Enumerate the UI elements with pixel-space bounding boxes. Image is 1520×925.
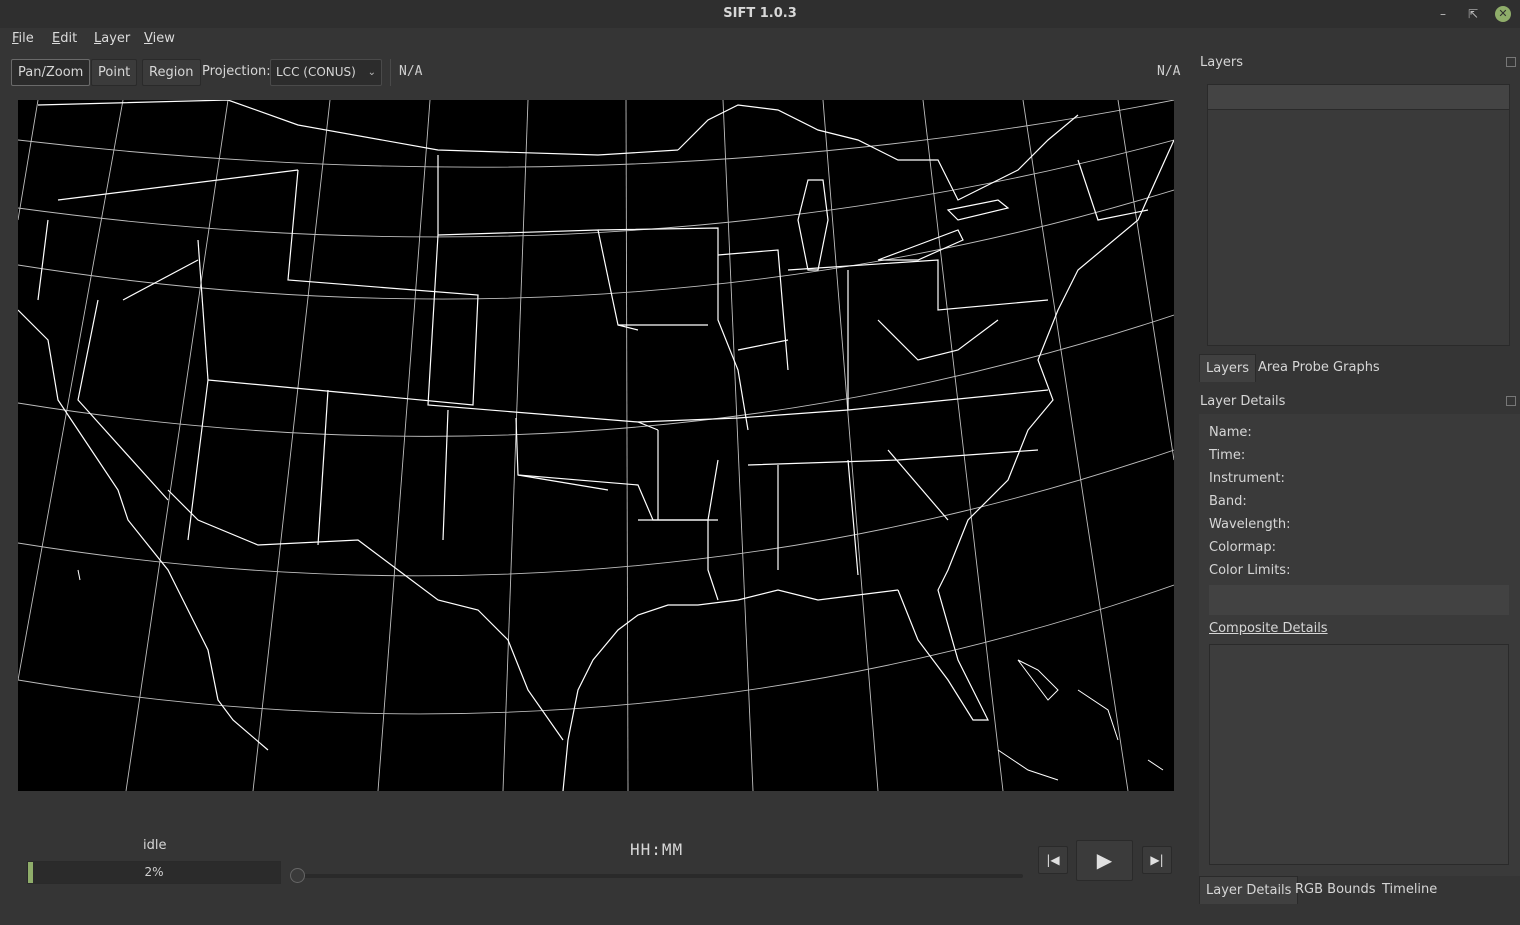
composite-details-link[interactable]: Composite Details (1209, 621, 1328, 636)
layers-dock-title: Layers (1200, 55, 1244, 70)
step-back-icon: |◀ (1046, 853, 1060, 867)
animation-slider[interactable] (293, 874, 1023, 878)
detail-colormap-label: Colormap: (1209, 540, 1276, 555)
tab-area-probe-graphs[interactable]: Area Probe Graphs (1252, 354, 1386, 382)
graticule (18, 100, 1174, 791)
play-button[interactable]: ▶ (1076, 840, 1133, 881)
state-borders (18, 100, 1174, 791)
tab-layer-details[interactable]: Layer Details (1199, 876, 1299, 904)
close-icon[interactable]: ✕ (1495, 6, 1511, 22)
projection-select[interactable]: LCC (CONUS) ⌄ (270, 59, 382, 86)
menu-bar: File Edit Layer View (0, 28, 1520, 50)
layers-list[interactable] (1207, 84, 1510, 346)
status-text: idle (143, 838, 167, 853)
cursor-value-right: N/A (1157, 64, 1181, 79)
detail-time-label: Time: (1209, 448, 1246, 463)
point-button[interactable]: Point (91, 59, 138, 86)
cursor-value-left: N/A (399, 64, 423, 79)
menu-edit[interactable]: Edit (52, 31, 77, 46)
tab-layers[interactable]: Layers (1199, 354, 1257, 382)
detail-instrument-label: Instrument: (1209, 471, 1285, 486)
detail-band-label: Band: (1209, 494, 1247, 509)
map-canvas[interactable] (18, 100, 1174, 791)
maximize-icon[interactable]: ⇱ (1465, 6, 1481, 22)
pan-zoom-button[interactable]: Pan/Zoom (11, 59, 91, 86)
progress-text: 2% (144, 865, 164, 879)
step-forward-icon: ▶| (1150, 853, 1164, 867)
minimize-icon[interactable]: – (1435, 6, 1451, 22)
tab-rgb-bounds[interactable]: RGB Bounds (1289, 876, 1382, 904)
colorbar-preview (1209, 585, 1509, 615)
composite-details-box (1209, 644, 1509, 865)
window-title: SIFT 1.0.3 (723, 6, 797, 21)
map-graphic (18, 100, 1174, 791)
frame-time: HH:MM (630, 840, 684, 859)
projection-label: Projection: (202, 64, 271, 79)
menu-file[interactable]: File (12, 31, 34, 46)
progress-bar: 2% (27, 861, 281, 884)
menu-layer[interactable]: Layer (94, 31, 130, 46)
layers-tabbar: Layers Area Probe Graphs (1199, 354, 1520, 382)
detail-name-label: Name: (1209, 425, 1252, 440)
layers-list-header (1208, 85, 1509, 110)
detail-color-limits-label: Color Limits: (1209, 563, 1291, 578)
projection-value: LCC (CONUS) (276, 65, 356, 79)
float-icon[interactable] (1506, 57, 1516, 67)
detail-wavelength-label: Wavelength: (1209, 517, 1291, 532)
region-button[interactable]: Region (142, 59, 201, 86)
title-bar: SIFT 1.0.3 – ⇱ ✕ (0, 0, 1520, 28)
details-tabbar: Layer Details RGB Bounds Timeline (1199, 876, 1520, 904)
step-forward-button[interactable]: ▶| (1142, 846, 1172, 874)
animation-slider-handle[interactable] (290, 868, 305, 883)
step-back-button[interactable]: |◀ (1038, 846, 1068, 874)
float-icon[interactable] (1506, 396, 1516, 406)
menu-view[interactable]: View (144, 31, 175, 46)
play-icon: ▶ (1096, 848, 1113, 872)
layer-details-dock-title: Layer Details (1200, 394, 1286, 409)
islands (77, 569, 1164, 781)
tab-timeline[interactable]: Timeline (1376, 876, 1443, 904)
toolbar-separator (390, 59, 391, 86)
chevron-down-icon: ⌄ (367, 67, 376, 78)
